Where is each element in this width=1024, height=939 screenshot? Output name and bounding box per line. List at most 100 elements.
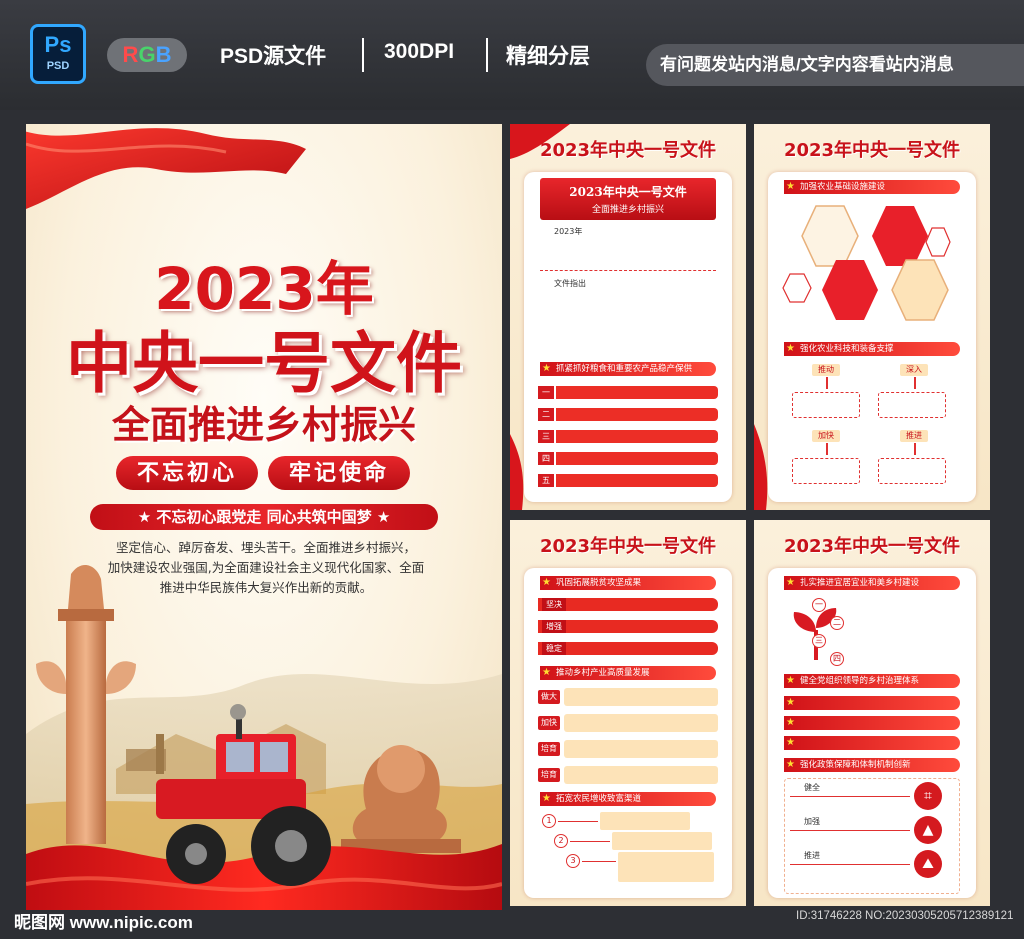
connector-line <box>582 861 616 862</box>
graduation-cap-icon: ▲ <box>914 816 942 844</box>
row-number: 一 <box>538 386 554 399</box>
label-psd-source: PSD源文件 <box>220 45 327 68</box>
section-title: 推动乡村产业高质量发展 <box>556 668 650 678</box>
separator <box>362 38 364 72</box>
panel-3: 2023年中央一号文件 ★ 巩固拓展脱贫攻坚成果 坚决 增强 稳定 ★ 推动乡村产业… <box>510 520 746 906</box>
step-box <box>612 832 712 850</box>
label-doc: 文件指出 <box>554 279 586 288</box>
row-label: 培育 <box>538 742 560 756</box>
main-poster: 2023年 中央一号文件 全面推进乡村振兴 不忘初心 牢记使命 ★ 不忘初心跟党… <box>26 124 502 910</box>
section-header: ★ 扎实推进宜居宜业和美乡村建设 <box>784 576 960 590</box>
motto-bar: ★ 不忘初心跟党走 同心共筑中国梦 ★ <box>90 504 438 530</box>
notice-bar: 有问题发站内消息/文字内容看站内消息 <box>646 44 1024 86</box>
divider <box>540 270 716 271</box>
panel-title: 2023年中央一号文件 <box>539 536 717 557</box>
row-bar <box>556 430 718 443</box>
row-box <box>564 766 718 784</box>
cream-row: 做大 <box>538 688 718 706</box>
list-bar: ★ <box>784 736 960 750</box>
star-icon: ★ <box>786 577 795 588</box>
panel-title: 2023年中央一号文件 <box>783 140 961 161</box>
section-title: 巩固拓展脱贫攻坚成果 <box>556 578 642 588</box>
step-number: 2 <box>554 834 568 848</box>
numbered-row: 一 <box>538 386 718 399</box>
photoshop-logo-icon: Ps PSD <box>30 24 86 84</box>
star-icon: ★ <box>786 697 795 708</box>
flow-label: 健全 <box>804 783 820 792</box>
cream-row: 培育 <box>538 766 718 784</box>
flow-box <box>878 392 946 418</box>
section-title: 抓紧抓好粮食和重要农产品稳产保供 <box>556 364 693 374</box>
star-icon: ★ <box>542 667 551 678</box>
row-number: 四 <box>538 452 554 465</box>
tag-bar: 增强 <box>538 620 718 633</box>
step-box <box>600 812 690 830</box>
star-icon: ★ <box>786 181 795 192</box>
row-box <box>564 688 718 706</box>
star-icon: ★ <box>542 577 551 588</box>
flow-label: 加强 <box>804 817 820 826</box>
list-bar: ★ <box>784 716 960 730</box>
row-number: 三 <box>538 430 554 443</box>
row-bar <box>556 386 718 399</box>
star-icon: ★ <box>786 675 795 686</box>
connector-line <box>570 841 610 842</box>
section-header: ★ 健全党组织领导的乡村治理体系 <box>784 674 960 688</box>
tag-label: 坚决 <box>542 598 566 611</box>
row-label: 加快 <box>538 716 560 730</box>
section-header: ★ 巩固拓展脱贫攻坚成果 <box>540 576 716 590</box>
star-icon: ★ <box>542 793 551 804</box>
red-silk-decoration <box>510 434 524 510</box>
ps-logo-text: Ps <box>44 32 72 57</box>
row-bar <box>556 474 718 487</box>
numbered-row: 三 <box>538 430 718 443</box>
section-title: 加强农业基础设施建设 <box>800 182 886 192</box>
section-header: ★ 推动乡村产业高质量发展 <box>540 666 716 680</box>
red-flag-icon <box>26 128 306 209</box>
banner-title: 2023年中央一号文件 <box>569 185 687 199</box>
panel-title: 2023年中央一号文件 <box>539 140 717 161</box>
section-header: ★ 强化政策保障和体制机制创新 <box>784 758 960 772</box>
separator <box>486 38 488 72</box>
mountain-icon: ⛰ <box>914 850 942 878</box>
flow-box <box>792 392 860 418</box>
flow-arrow <box>826 377 828 389</box>
rgb-badge: RGB <box>107 38 187 72</box>
red-silk-decoration <box>754 424 768 510</box>
circle-number: 一 <box>812 598 826 612</box>
network-icon: ⌗ <box>914 782 942 810</box>
row-box <box>564 740 718 758</box>
circle-number: 三 <box>812 634 826 648</box>
panel-banner: 2023年中央一号文件 全面推进乡村振兴 <box>540 178 716 220</box>
row-box <box>564 714 718 732</box>
star-icon: ★ <box>786 759 795 770</box>
panel-1: 2023年中央一号文件 2023年中央一号文件 全面推进乡村振兴 2023年 文… <box>510 124 746 510</box>
star-icon: ★ <box>786 737 795 748</box>
label-year: 2023年 <box>554 227 583 236</box>
row-bar <box>556 452 718 465</box>
connector-line <box>558 821 598 822</box>
flow-arrow <box>914 443 916 455</box>
tag-label: 增强 <box>542 620 566 633</box>
slogan-row: 不忘初心 牢记使命 <box>116 456 416 492</box>
main-subtitle: 全面推进乡村振兴 <box>111 402 416 447</box>
numbered-row: 五 <box>538 474 718 487</box>
step-number: 3 <box>566 854 580 868</box>
banner-sub: 全面推进乡村振兴 <box>591 205 664 215</box>
cream-row: 加快 <box>538 714 718 732</box>
slogan-pill: 牢记使命 <box>268 456 410 490</box>
rgb-r: R <box>122 42 139 67</box>
flow-arrow <box>826 443 828 455</box>
flow-box <box>878 458 946 484</box>
numbered-row: 四 <box>538 452 718 465</box>
section-header: ★ 拓宽农民增收致富渠道 <box>540 792 716 806</box>
circle-number: 二 <box>830 616 844 630</box>
rgb-g: G <box>138 42 156 67</box>
tag-bar: 稳定 <box>538 642 718 655</box>
flow-label: 推进 <box>804 851 820 860</box>
flow-label: 加快 <box>812 430 840 442</box>
list-bar: ★ <box>784 696 960 710</box>
connector-line <box>790 796 910 797</box>
tag-label: 稳定 <box>542 642 566 655</box>
star-icon: ★ <box>786 717 795 728</box>
